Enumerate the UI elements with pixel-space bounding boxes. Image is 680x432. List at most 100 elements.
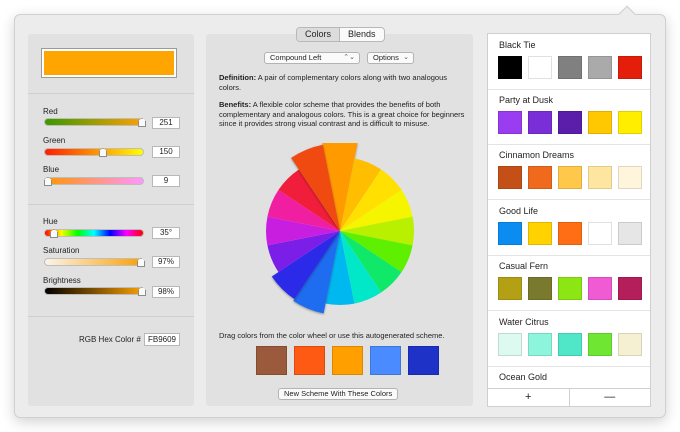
palette-swatch[interactable] [528, 111, 552, 134]
palette-swatch[interactable] [558, 166, 582, 189]
palette-group[interactable]: Black Tie [488, 36, 650, 90]
scheme-swatch[interactable] [294, 346, 325, 375]
red-slider[interactable] [44, 118, 144, 126]
palette-swatch[interactable] [528, 56, 552, 79]
palette-swatch[interactable] [588, 222, 612, 245]
definition-text: Definition: A pair of complementary colo… [219, 73, 465, 92]
scheme-swatch[interactable] [332, 346, 363, 375]
palette-group[interactable]: Ocean Gold [488, 368, 650, 384]
palette-swatch[interactable] [498, 111, 522, 134]
divider [28, 204, 194, 205]
palette-footer: + — [488, 388, 650, 406]
chevron-down-icon: ⌄ [403, 54, 409, 61]
generated-scheme [256, 346, 439, 375]
divider [488, 310, 650, 311]
current-color-swatch[interactable] [41, 48, 177, 78]
palette-swatch[interactable] [588, 333, 612, 356]
palette-name: Party at Dusk [499, 95, 554, 105]
palette-name: Cinnamon Dreams [499, 150, 575, 160]
palette-swatch[interactable] [588, 277, 612, 300]
palette-swatch[interactable] [618, 277, 642, 300]
scheme-swatch[interactable] [256, 346, 287, 375]
palette-swatch[interactable] [558, 56, 582, 79]
palette-name: Water Citrus [499, 317, 549, 327]
palette-group[interactable]: Cinnamon Dreams [488, 146, 650, 200]
hex-label: RGB Hex Color # [79, 335, 141, 344]
palette-swatch[interactable] [618, 333, 642, 356]
options-value: Options [373, 53, 399, 62]
palette-swatch[interactable] [528, 166, 552, 189]
palette-swatches [498, 56, 642, 79]
palette-swatch[interactable] [498, 277, 522, 300]
blue-slider[interactable] [44, 177, 144, 185]
palette-swatch[interactable] [498, 222, 522, 245]
palette-swatch[interactable] [618, 56, 642, 79]
palette-swatches [498, 166, 642, 189]
blue-value-field[interactable]: 9 [152, 175, 180, 187]
hue-slider[interactable] [44, 229, 144, 237]
palette-swatch[interactable] [528, 333, 552, 356]
palette-swatch[interactable] [558, 333, 582, 356]
palette-swatch[interactable] [498, 333, 522, 356]
remove-palette-button[interactable]: — [570, 389, 651, 406]
add-palette-button[interactable]: + [488, 389, 570, 406]
palette-swatch[interactable] [528, 277, 552, 300]
current-color-fill [44, 51, 174, 75]
palette-swatch[interactable] [498, 166, 522, 189]
palette-group[interactable]: Party at Dusk [488, 91, 650, 145]
palette-swatch[interactable] [528, 222, 552, 245]
palette-swatch[interactable] [618, 222, 642, 245]
palette-group[interactable]: Good Life [488, 202, 650, 256]
new-scheme-button[interactable]: New Scheme With These Colors [278, 388, 399, 400]
divider [488, 255, 650, 256]
saturation-value-field[interactable]: 97% [152, 256, 180, 268]
red-value-field[interactable]: 251 [152, 117, 180, 129]
brightness-value-field[interactable]: 98% [152, 286, 180, 298]
divider [488, 199, 650, 200]
brightness-slider[interactable] [44, 287, 144, 295]
tab-colors[interactable]: Colors [297, 28, 341, 41]
scheme-swatch[interactable] [370, 346, 401, 375]
mode-tabs: Colors Blends [296, 27, 385, 42]
palette-swatch[interactable] [618, 111, 642, 134]
divider [28, 316, 194, 317]
palette-swatches [498, 222, 642, 245]
palette-swatch[interactable] [588, 56, 612, 79]
hue-value-field[interactable]: 35° [152, 227, 180, 239]
tab-blends[interactable]: Blends [340, 28, 384, 41]
blue-label: Blue [43, 165, 60, 174]
scheme-swatch[interactable] [408, 346, 439, 375]
palette-swatch[interactable] [558, 111, 582, 134]
chevron-updown-icon: ⌃⌄ [343, 54, 355, 61]
options-select[interactable]: Options ⌄ [367, 52, 414, 64]
scheme-type-value: Compound Left [270, 53, 322, 62]
brightness-label: Brightness [43, 276, 81, 285]
palette-group[interactable]: Water Citrus [488, 313, 650, 367]
hex-input[interactable]: FB9609 [144, 333, 180, 346]
green-value-field[interactable]: 150 [152, 146, 180, 158]
divider [488, 89, 650, 90]
green-slider[interactable] [44, 148, 144, 156]
palette-swatch[interactable] [558, 222, 582, 245]
divider [488, 366, 650, 367]
divider [28, 93, 194, 94]
palette-swatches [498, 333, 642, 356]
divider [488, 144, 650, 145]
scheme-type-select[interactable]: Compound Left ⌃⌄ [264, 52, 360, 64]
benefits-text: Benefits: A flexible color scheme that p… [219, 100, 465, 129]
palette-name: Good Life [499, 206, 539, 216]
definition-label: Definition: [219, 73, 257, 82]
green-label: Green [43, 136, 66, 145]
drag-hint: Drag colors from the color wheel or use … [219, 331, 445, 340]
palette-swatch[interactable] [618, 166, 642, 189]
palette-swatch[interactable] [558, 277, 582, 300]
palette-swatch[interactable] [588, 111, 612, 134]
color-wheel[interactable] [252, 143, 428, 319]
saturation-label: Saturation [43, 246, 80, 255]
palette-name: Casual Fern [499, 261, 549, 271]
palette-swatch[interactable] [498, 56, 522, 79]
saturation-slider[interactable] [44, 258, 144, 266]
palette-swatch[interactable] [588, 166, 612, 189]
palette-group[interactable]: Casual Fern [488, 257, 650, 311]
hue-label: Hue [43, 217, 58, 226]
